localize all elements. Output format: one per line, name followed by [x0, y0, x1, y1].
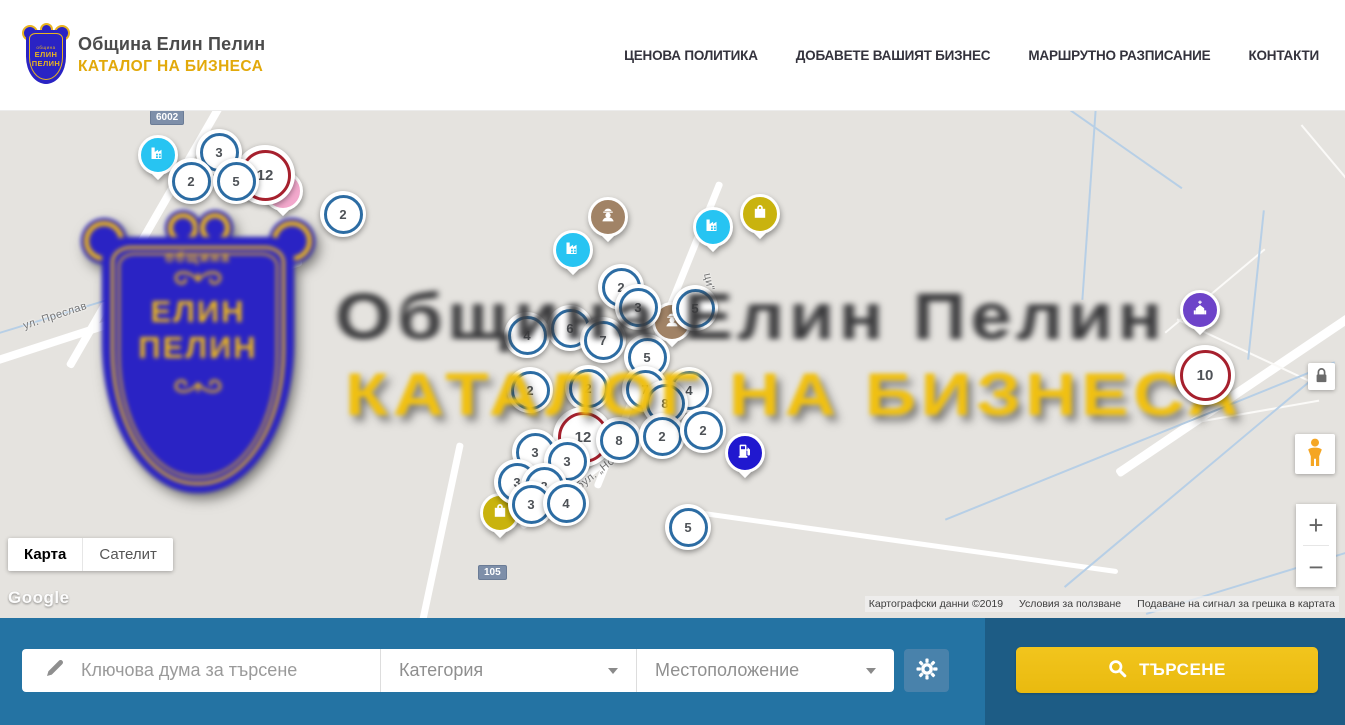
report-map-error-link[interactable]: Подаване на сигнал за грешка в картата — [1137, 598, 1335, 610]
map-cluster-marker[interactable]: 2 — [320, 191, 366, 237]
watermark-title: Община Елин Пелин — [335, 278, 1167, 354]
map-attribution: Картографски данни ©2019 Условия за полз… — [865, 596, 1339, 612]
search-button[interactable]: ТЪРСЕНЕ — [1016, 647, 1318, 693]
cluster-count: 2 — [339, 207, 346, 222]
road-number-badge: 105 — [478, 565, 507, 580]
map-road — [702, 511, 1119, 574]
road-number-badge: 6002 — [150, 110, 184, 125]
map-waterway — [1247, 210, 1265, 359]
pencil-icon — [44, 658, 65, 684]
filter-box: Категория Местоположение — [22, 649, 894, 692]
nav-item[interactable]: ДОБАВЕТЕ ВАШИЯТ БИЗНЕС — [796, 48, 991, 63]
zoom-control: + − — [1296, 504, 1336, 587]
google-logo[interactable]: Google — [8, 588, 70, 608]
nav-item[interactable]: КОНТАКТИ — [1248, 48, 1319, 63]
map-pin-factory[interactable] — [553, 230, 593, 284]
crest-name-line2: ПЕЛИН — [138, 331, 257, 365]
padlock-icon — [1314, 367, 1329, 387]
map-cluster-marker[interactable]: 5 — [213, 158, 259, 204]
bag-icon — [490, 501, 510, 526]
magnifier-icon — [1108, 659, 1127, 681]
location-dropdown-value: Местоположение — [655, 660, 799, 681]
zoom-in-button[interactable]: + — [1296, 504, 1336, 545]
map-canvas[interactable]: ул. Преславбул. „Новоселци" 6002105 — [0, 110, 1345, 618]
map-waterway — [1081, 110, 1096, 300]
crest-flourish — [158, 373, 238, 399]
fuel-icon — [735, 441, 755, 466]
cluster-count: 5 — [232, 174, 239, 189]
crest-name-line1: ЕЛИН — [35, 51, 58, 59]
cluster-count: 2 — [187, 174, 194, 189]
map-road — [403, 442, 464, 618]
nav-item[interactable]: ЦЕНОВА ПОЛИТИКА — [624, 48, 758, 63]
map-pin-bag[interactable] — [740, 194, 780, 248]
map-pin-worker[interactable] — [588, 197, 628, 251]
map-pin-fuel[interactable] — [725, 433, 765, 487]
map-pin-church[interactable] — [1180, 290, 1220, 344]
crest-name-line2: ПЕЛИН — [32, 60, 60, 68]
pegman-icon — [1304, 438, 1326, 471]
map-road — [1301, 124, 1345, 217]
crest-flourish — [158, 267, 238, 293]
site-subtitle: КАТАЛОГ НА БИЗНЕСА — [78, 58, 265, 76]
map-waterway — [1018, 110, 1183, 189]
church-icon — [1190, 298, 1210, 323]
watermark-crest: община ЕЛИН ПЕЛИН — [82, 215, 314, 495]
cluster-count: 5 — [684, 520, 691, 535]
crest-top-text: община — [165, 249, 231, 265]
caret-down-icon — [866, 668, 876, 674]
map-type-satellite-button[interactable]: Сателит — [82, 538, 173, 571]
header: община ЕЛИН ПЕЛИН Община Елин Пелин КАТА… — [0, 0, 1345, 111]
street-view-pegman-button[interactable] — [1295, 434, 1335, 474]
cluster-count: 10 — [1197, 367, 1214, 384]
map-type-control: Карта Сателит — [8, 538, 173, 571]
cluster-count: 8 — [615, 433, 622, 448]
site-logo[interactable]: община ЕЛИН ПЕЛИН Община Елин Пелин КАТА… — [24, 26, 265, 84]
location-dropdown[interactable]: Местоположение — [636, 649, 894, 692]
cluster-count: 12 — [257, 167, 274, 184]
map-pin-factory[interactable] — [693, 207, 733, 261]
factory-icon — [703, 215, 723, 240]
lock-button[interactable] — [1308, 363, 1335, 390]
map-data-copyright: Картографски данни ©2019 — [869, 598, 1003, 610]
search-button-label: ТЪРСЕНЕ — [1139, 660, 1226, 680]
crest-name-line1: ЕЛИН — [150, 295, 245, 329]
cluster-count: 3 — [531, 445, 538, 460]
bag-icon — [750, 202, 770, 227]
cluster-count: 3 — [563, 454, 570, 469]
terms-of-use-link[interactable]: Условия за ползване — [1019, 598, 1121, 610]
map-type-map-button[interactable]: Карта — [8, 538, 82, 571]
factory-icon — [563, 238, 583, 263]
cluster-count: 3 — [215, 145, 222, 160]
cluster-count: 3 — [527, 497, 534, 512]
category-dropdown[interactable]: Категория — [380, 649, 636, 692]
cluster-count: 4 — [562, 496, 569, 511]
category-dropdown-value: Категория — [399, 660, 483, 681]
search-bar: Категория Местоположение ТЪРСЕНЕ — [0, 618, 1345, 725]
map-cluster-marker[interactable]: 2 — [168, 158, 214, 204]
settings-button[interactable] — [904, 649, 949, 692]
factory-icon — [148, 143, 168, 168]
map-cluster-marker[interactable]: 10 — [1175, 345, 1235, 405]
caret-down-icon — [608, 668, 618, 674]
gear-icon — [916, 658, 938, 683]
map-cluster-marker[interactable]: 4 — [543, 480, 589, 526]
main-nav: ЦЕНОВА ПОЛИТИКА ДОБАВЕТЕ ВАШИЯТ БИЗНЕС МАР… — [624, 0, 1319, 110]
watermark-subtitle: КАТАЛОГ НА БИЗНЕСА — [345, 360, 1243, 429]
zoom-out-button[interactable]: − — [1296, 546, 1336, 587]
site-title: Община Елин Пелин — [78, 34, 265, 55]
street-label: ул. Преслав — [22, 300, 89, 332]
nav-item[interactable]: МАРШРУТНО РАЗПИСАНИЕ — [1028, 48, 1210, 63]
worker-icon — [598, 205, 618, 230]
municipality-crest-logo: община ЕЛИН ПЕЛИН — [24, 26, 68, 84]
keyword-field — [22, 649, 380, 692]
cluster-count: 2 — [658, 429, 665, 444]
keyword-search-input[interactable] — [79, 659, 343, 682]
map-cluster-marker[interactable]: 5 — [665, 504, 711, 550]
